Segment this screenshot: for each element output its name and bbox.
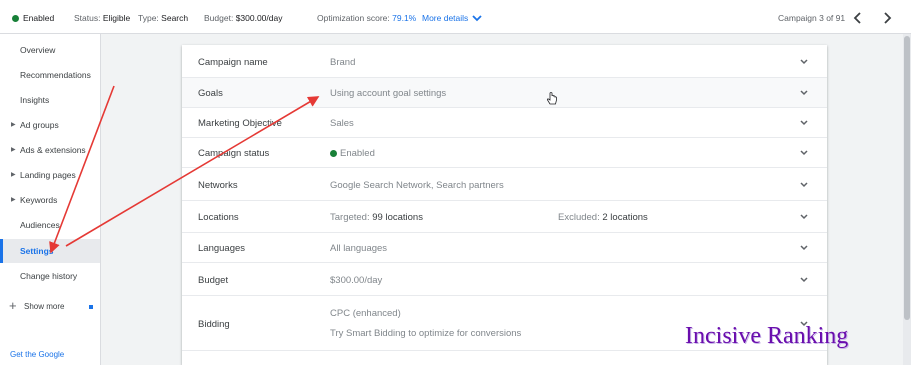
eligibility-status: Status: Eligible: [74, 13, 131, 23]
enabled-status-dot-icon: [12, 15, 19, 22]
campaign-budget: Budget: $300.00/day: [204, 13, 283, 23]
smart-bidding-link[interactable]: Try Smart Bidding to optimize for conver…: [330, 328, 521, 339]
sidebar-item-ad-groups[interactable]: ▶ Ad groups: [0, 113, 100, 137]
previous-campaign-button[interactable]: [849, 9, 867, 27]
setting-row-marketing-objective[interactable]: Marketing Objective Sales: [182, 108, 827, 138]
expand-triangle-icon: ▶: [11, 172, 16, 178]
sidebar-item-ads-extensions[interactable]: ▶ Ads & extensions: [0, 138, 100, 162]
setting-label: Campaign status: [198, 148, 270, 159]
chevron-down-icon: [800, 182, 808, 188]
hand-cursor-icon: [546, 92, 557, 105]
chevron-right-icon: [884, 12, 892, 24]
setting-row-locations[interactable]: Locations Targeted: 99 locations Exclude…: [182, 201, 827, 233]
setting-value: CPC (enhanced): [330, 308, 401, 319]
setting-value: Enabled: [330, 148, 375, 159]
chevron-left-icon: [853, 12, 861, 24]
watermark-text: Incisive Ranking: [685, 323, 849, 349]
setting-value: Using account goal settings: [330, 88, 447, 99]
setting-label: Budget: [198, 275, 229, 286]
setting-row-goals[interactable]: Goals Using account goal settings: [182, 78, 827, 108]
more-details-link[interactable]: More details: [422, 13, 483, 23]
setting-label: Networks: [198, 180, 238, 191]
sidebar-item-landing-pages[interactable]: ▶ Landing pages: [0, 163, 100, 187]
chevron-down-icon: [800, 245, 808, 251]
sidebar-item-recommendations[interactable]: Recommendations: [0, 63, 100, 87]
expand-triangle-icon: ▶: [11, 197, 16, 203]
sidebar-item-change-history[interactable]: Change history: [0, 264, 100, 288]
setting-row-campaign-status[interactable]: Campaign status Enabled: [182, 138, 827, 168]
campaign-status-bar: Enabled Status: Eligible Type: Search Bu…: [0, 0, 911, 34]
chevron-down-icon: [800, 59, 808, 65]
sidebar-item-overview[interactable]: Overview: [0, 38, 100, 62]
chevron-down-icon: [800, 277, 808, 283]
enabled-status-dot-icon: [330, 150, 337, 157]
sidebar-item-keywords[interactable]: ▶ Keywords: [0, 188, 100, 212]
expand-triangle-icon: ▶: [11, 122, 16, 128]
setting-label: Languages: [198, 243, 246, 254]
chevron-down-icon: [800, 90, 808, 96]
sidebar-item-insights[interactable]: Insights: [0, 88, 100, 112]
setting-row-campaign-name[interactable]: Campaign name Brand: [182, 45, 827, 78]
setting-value: Google Search Network, Search partners: [330, 180, 504, 191]
chevron-down-icon: [800, 150, 808, 156]
expand-triangle-icon: ▶: [11, 147, 16, 153]
setting-value: Brand: [330, 57, 356, 68]
setting-label: Goals: [198, 88, 223, 99]
next-campaign-button[interactable]: [878, 9, 896, 27]
excluded-locations: Excluded: 2 locations: [558, 212, 648, 223]
plus-icon: +: [9, 298, 17, 313]
get-google-app-link[interactable]: Get the Google: [10, 350, 64, 359]
chevron-down-icon: [800, 214, 808, 220]
scrollbar-thumb[interactable]: [904, 36, 910, 320]
setting-label: Locations: [198, 212, 239, 223]
new-indicator-dot-icon: [89, 305, 93, 309]
setting-row-budget[interactable]: Budget $300.00/day: [182, 263, 827, 296]
vertical-scrollbar[interactable]: [903, 34, 911, 365]
setting-value: $300.00/day: [330, 275, 383, 286]
setting-label: Campaign name: [198, 57, 268, 68]
campaign-type: Type: Search: [138, 13, 189, 23]
setting-value: Sales: [330, 118, 354, 129]
setting-label: Bidding: [198, 319, 230, 330]
setting-value: All languages: [330, 243, 388, 254]
setting-label: Marketing Objective: [198, 118, 282, 129]
setting-row-languages[interactable]: Languages All languages: [182, 233, 827, 263]
chevron-down-icon: [472, 15, 482, 22]
campaign-settings-card: Campaign name Brand Goals Using account …: [182, 45, 827, 365]
setting-row-networks[interactable]: Networks Google Search Network, Search p…: [182, 168, 827, 201]
show-more-button[interactable]: + Show more: [0, 296, 100, 318]
campaign-enabled-status[interactable]: Enabled: [12, 13, 54, 23]
campaign-counter: Campaign 3 of 91: [778, 13, 846, 23]
optimization-score[interactable]: Optimization score: 79.1%: [317, 13, 416, 23]
targeted-locations: Targeted: 99 locations: [330, 212, 423, 223]
main-content: Campaign name Brand Goals Using account …: [101, 34, 911, 365]
chevron-down-icon: [800, 120, 808, 126]
campaign-sidebar-nav: Overview Recommendations Insights ▶ Ad gr…: [0, 34, 101, 365]
sidebar-item-settings[interactable]: Settings: [0, 239, 100, 263]
sidebar-item-audiences[interactable]: Audiences: [0, 213, 100, 237]
